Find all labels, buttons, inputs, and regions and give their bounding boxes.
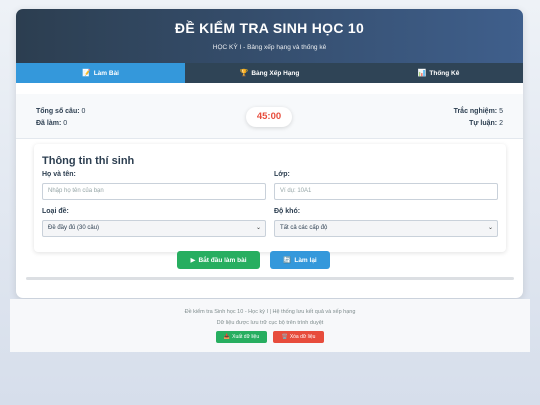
export-data-label: Xuất dữ liệu <box>232 334 260 340</box>
inbox-tray-icon: 📥 <box>223 334 231 340</box>
tab-lam-bai[interactable]: 📝 Làm Bài <box>16 63 185 83</box>
tab-label: Bảng Xếp Hạng <box>251 69 300 77</box>
clear-data-button[interactable]: 🗑️ Xóa dữ liệu <box>273 331 324 343</box>
difficulty-label: Độ khó: <box>274 208 301 215</box>
answered-label: Đã làm: <box>36 120 62 127</box>
export-data-button[interactable]: 📥 Xuất dữ liệu <box>216 331 267 343</box>
name-label: Họ và tên: <box>42 171 76 178</box>
progress-bar <box>26 277 514 280</box>
exam-type-label: Loại đề: <box>42 208 69 215</box>
multiple-choice-label: Trắc nghiệm: <box>453 108 498 115</box>
page-subtitle: HỌC KỲ I - Bảng xếp hạng và thống kê <box>212 44 327 51</box>
reset-label: Làm lại <box>294 256 317 264</box>
tab-label: Thống Kê <box>429 69 460 77</box>
tab-thong-ke[interactable]: 📊 Thống Kê <box>354 63 523 83</box>
page-title: ĐỀ KIỂM TRA SINH HỌC 10 <box>174 20 365 36</box>
student-info-form: Thông tin thí sinh Họ và tên: Nhập họ tê… <box>34 144 506 252</box>
class-label: Lớp: <box>274 171 290 178</box>
class-input[interactable]: Ví dụ: 10A1 <box>274 183 498 200</box>
total-questions-value: 0 <box>81 108 86 115</box>
tab-label: Làm Bài <box>93 69 119 77</box>
stats-panel: Tổng số câu: 0 Đã làm: 0 45:00 Trắc nghi… <box>16 94 523 139</box>
start-exam-label: Bắt đầu làm bài <box>198 256 247 264</box>
reset-button[interactable]: 🔄 Làm lại <box>270 251 330 269</box>
form-title: Thông tin thí sinh <box>42 155 135 167</box>
clear-data-label: Xóa dữ liệu <box>289 334 316 340</box>
exam-type-value: Đề đầy đủ (30 câu) <box>48 225 100 231</box>
trash-icon: 🗑️ <box>281 334 288 340</box>
exam-type-select[interactable]: Đề đầy đủ (30 câu) ⌄ <box>42 220 266 237</box>
footer-actions: 📥 Xuất dữ liệu 🗑️ Xóa dữ liệu <box>216 331 324 343</box>
footer-line-2: Dữ liệu được lưu trữ cục bộ trên trình d… <box>216 320 324 326</box>
page-header: ĐỀ KIỂM TRA SINH HỌC 10 HỌC KỲ I - Bảng … <box>16 9 523 63</box>
essay-label: Tự luận: <box>469 120 498 127</box>
chevron-down-icon: ⌄ <box>487 225 493 231</box>
play-icon: ▶ <box>190 257 196 264</box>
refresh-icon: 🔄 <box>283 257 292 264</box>
difficulty-value: Tất cả các cấp độ <box>280 225 328 231</box>
countdown-timer: 45:00 <box>246 107 292 127</box>
total-questions-label: Tổng số câu: <box>36 108 80 115</box>
trophy-icon: 🏆 <box>239 70 249 77</box>
stats-right: Trắc nghiệm: 5 Tự luận: 2 <box>454 106 503 130</box>
footer-line-1: Đề kiểm tra Sinh học 10 - Học kỳ I | Hệ … <box>184 309 356 315</box>
stats-left: Tổng số câu: 0 Đã làm: 0 <box>36 106 85 130</box>
tab-bar: 📝 Làm Bài 🏆 Bảng Xếp Hạng 📊 Thống Kê <box>16 63 523 83</box>
difficulty-select[interactable]: Tất cả các cấp độ ⌄ <box>274 220 498 237</box>
chevron-down-icon: ⌄ <box>255 225 261 231</box>
bar-chart-icon: 📊 <box>417 70 427 77</box>
essay-value: 2 <box>499 120 503 127</box>
start-exam-button[interactable]: ▶ Bắt đầu làm bài <box>177 251 260 269</box>
memo-icon: 📝 <box>81 70 91 77</box>
answered-value: 0 <box>63 120 68 127</box>
multiple-choice-value: 5 <box>499 108 503 115</box>
tab-bang-xep-hang[interactable]: 🏆 Bảng Xếp Hạng <box>185 63 354 83</box>
page-footer: Đề kiểm tra Sinh học 10 - Học kỳ I | Hệ … <box>10 299 530 352</box>
name-input[interactable]: Nhập họ tên của bạn <box>42 183 266 200</box>
